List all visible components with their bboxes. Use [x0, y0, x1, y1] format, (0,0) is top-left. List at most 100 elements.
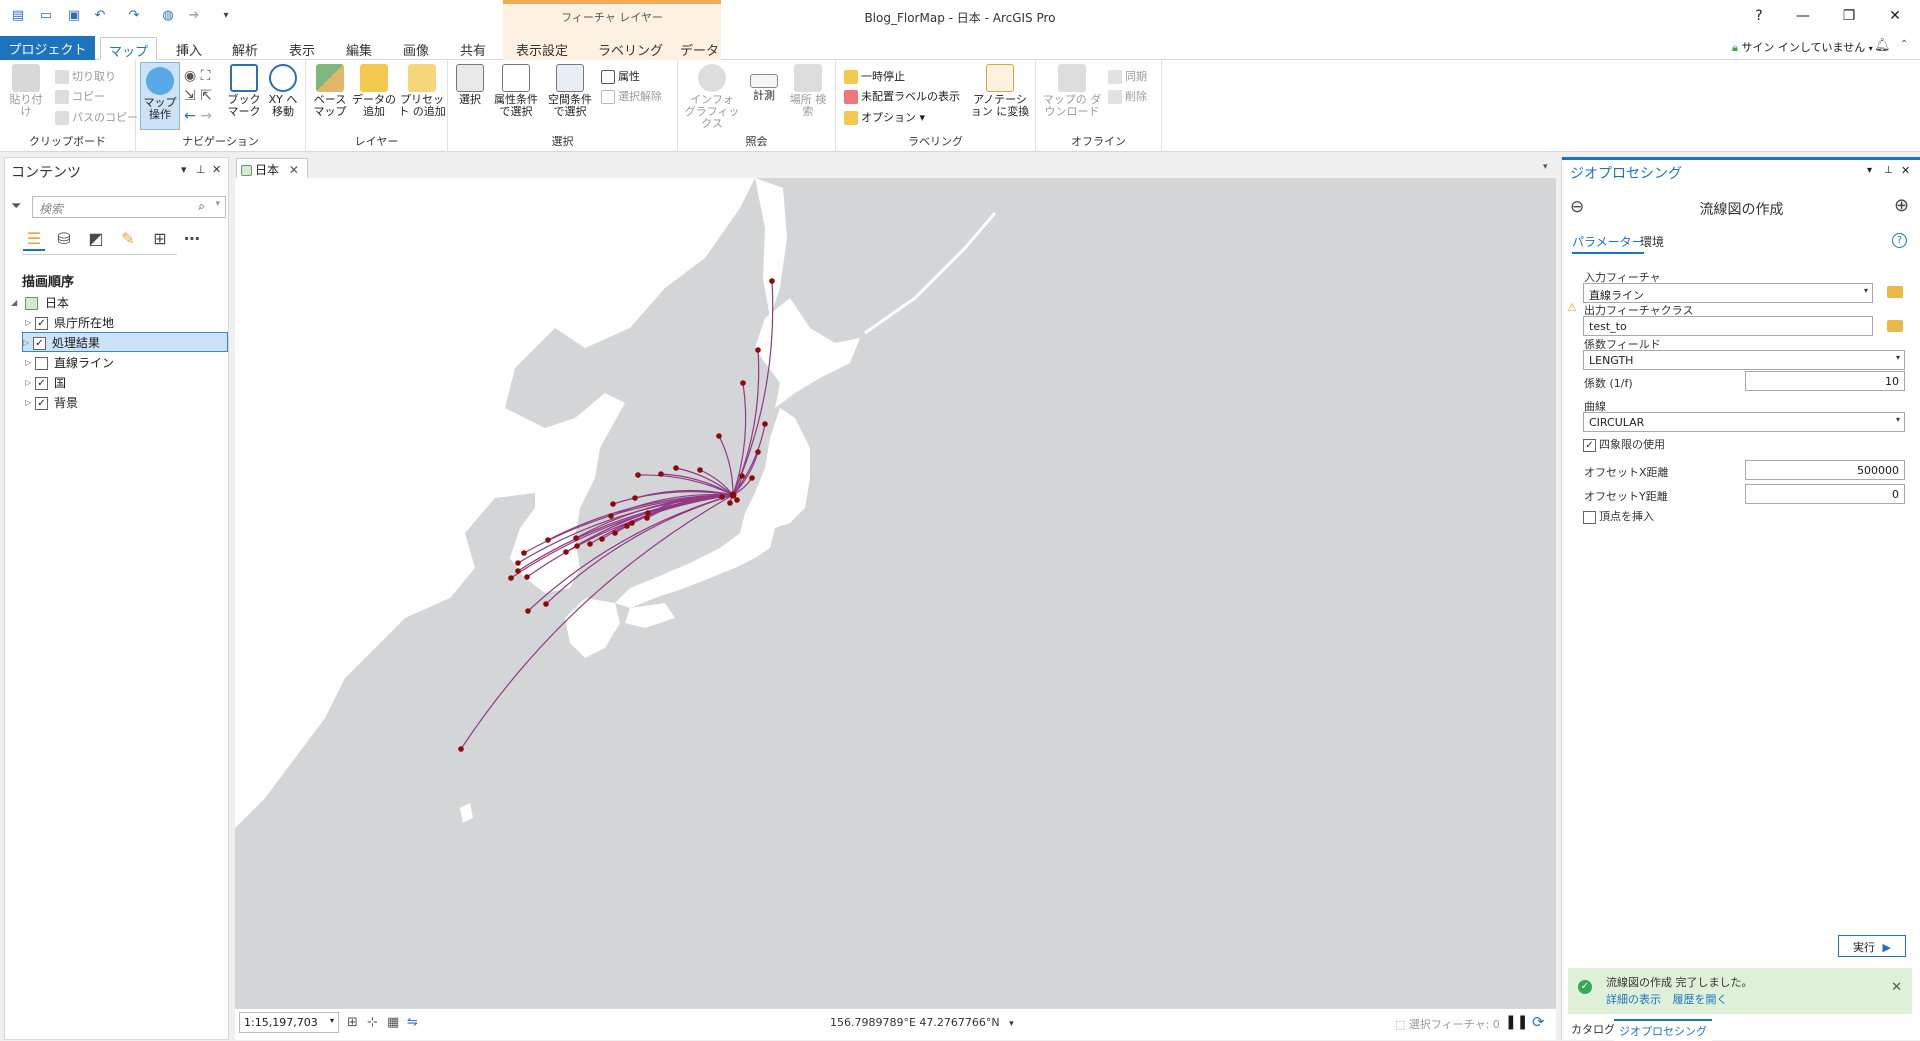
- expand-icon[interactable]: ▷: [25, 373, 31, 393]
- goto-xy-button[interactable]: XY へ移動: [264, 64, 302, 118]
- convert-annotation-button[interactable]: アノテーション に変換: [968, 64, 1032, 118]
- map-tab[interactable]: 日本 ✕: [236, 158, 308, 178]
- more-options-icon[interactable]: ⋯: [181, 229, 203, 251]
- remove-button[interactable]: 削除: [1108, 88, 1147, 104]
- download-map-button[interactable]: マップの ダウンロード: [1040, 64, 1104, 118]
- grid-icon[interactable]: ▦: [387, 1015, 399, 1030]
- open-history-link[interactable]: 履歴を開く: [1673, 993, 1728, 1006]
- output-feature-class-input[interactable]: test_to: [1583, 316, 1873, 336]
- label-options-button[interactable]: オプション ▾: [844, 109, 925, 125]
- pause-labeling-button[interactable]: 一時停止: [844, 68, 905, 84]
- close-pane-icon[interactable]: ✕: [1901, 164, 1910, 177]
- pane-menu-icon[interactable]: ▾: [1867, 165, 1872, 176]
- tab-imagery[interactable]: 画像: [395, 37, 437, 60]
- measure-button[interactable]: 計測: [744, 64, 784, 102]
- list-by-editing-icon[interactable]: ✎: [117, 229, 139, 251]
- layer-visibility-checkbox[interactable]: [35, 357, 48, 370]
- map-canvas[interactable]: [235, 178, 1556, 1008]
- tab-environments[interactable]: 環境: [1640, 233, 1664, 250]
- paste-button[interactable]: 貼り付け: [6, 64, 46, 118]
- layer-visibility-checkbox[interactable]: ✓: [35, 377, 48, 390]
- checkbox-unchecked[interactable]: [1583, 510, 1596, 524]
- list-by-source-icon[interactable]: ⛁: [53, 229, 75, 251]
- attributes-button[interactable]: 属性: [601, 68, 640, 84]
- help-button[interactable]: ?: [1742, 6, 1776, 26]
- signin-status[interactable]: 🔒︎ サイン インしていません ▾: [1732, 39, 1873, 55]
- layer-item[interactable]: ▷ ✓ 国: [25, 373, 225, 393]
- tab-edit[interactable]: 編集: [338, 37, 380, 60]
- coefficient-input[interactable]: 10: [1745, 371, 1905, 391]
- close-icon[interactable]: ✕: [1891, 980, 1902, 995]
- copy-button[interactable]: コピー: [55, 88, 105, 104]
- tab-project[interactable]: プロジェクト: [0, 36, 95, 60]
- pin-icon[interactable]: ⊥: [1884, 165, 1893, 176]
- copy-path-button[interactable]: パスのコピー: [55, 109, 138, 125]
- collapse-ribbon-icon[interactable]: ⌃: [1900, 39, 1908, 50]
- close-button[interactable]: ✕: [1878, 6, 1912, 26]
- restore-button[interactable]: ❐: [1832, 6, 1866, 26]
- unplaced-labels-button[interactable]: 未配置ラベルの表示: [844, 88, 960, 104]
- add-icon[interactable]: ⊕: [1894, 195, 1909, 216]
- select-by-location-button[interactable]: 空間条件 で選択: [544, 64, 596, 118]
- search-dropdown-icon[interactable]: ▾: [215, 199, 220, 209]
- layer-visibility-checkbox[interactable]: ✓: [33, 337, 46, 350]
- insert-vertices-checkbox[interactable]: 頂点を挿入: [1583, 508, 1654, 524]
- expand-icon[interactable]: ▷: [25, 393, 31, 413]
- tab-view[interactable]: 表示: [281, 37, 323, 60]
- layer-item[interactable]: ▷ ✓ 県庁所在地: [25, 313, 225, 333]
- add-preset-button[interactable]: プリセット の追加: [398, 64, 446, 118]
- help-icon[interactable]: ?: [1892, 233, 1907, 248]
- tab-parameters[interactable]: パラメーター: [1572, 233, 1644, 254]
- refresh-icon[interactable]: ⟳: [1532, 1013, 1545, 1031]
- contents-search-input[interactable]: 検索 ⌕ ▾: [32, 196, 226, 218]
- list-by-selection-icon[interactable]: ◩: [85, 229, 107, 251]
- explore-button[interactable]: マップ 操作: [140, 62, 180, 130]
- list-by-snapping-icon[interactable]: ⊞: [149, 229, 171, 251]
- tab-analysis[interactable]: 解析: [224, 37, 266, 60]
- folder-icon[interactable]: [1887, 286, 1903, 298]
- list-by-drawing-order-icon[interactable]: ☰: [23, 229, 45, 251]
- sync-button[interactable]: 同期: [1108, 68, 1147, 84]
- close-pane-icon[interactable]: ✕: [212, 163, 221, 176]
- cut-button[interactable]: 切り取り: [55, 68, 116, 84]
- view-details-link[interactable]: 詳細の表示: [1606, 993, 1661, 1006]
- extent-icon[interactable]: ⊞: [347, 1015, 358, 1030]
- tab-insert[interactable]: 挿入: [168, 37, 210, 60]
- layer-item[interactable]: ▷ 直線ライン: [25, 353, 225, 373]
- expand-icon[interactable]: ▷: [23, 333, 29, 353]
- offset-y-input[interactable]: 0: [1745, 484, 1905, 504]
- bookmarks-button[interactable]: ブック マーク: [226, 64, 262, 118]
- map-node[interactable]: ◢ 日本: [11, 293, 211, 313]
- fixed-zoom-out-icon[interactable]: ⇱: [200, 88, 212, 104]
- tab-appearance[interactable]: 表示設定: [508, 37, 576, 60]
- tab-labeling[interactable]: ラベリング: [590, 37, 671, 60]
- basemap-button[interactable]: ベース マップ: [310, 64, 350, 118]
- zoom-layer-icon[interactable]: ⛶: [201, 68, 211, 84]
- add-data-button[interactable]: データの 追加: [352, 64, 396, 118]
- close-tab-icon[interactable]: ✕: [289, 163, 299, 177]
- bell-icon[interactable]: 🔔︎: [1874, 38, 1891, 53]
- input-features-select[interactable]: 直線ライン ▾: [1583, 283, 1873, 303]
- tab-share[interactable]: 共有: [452, 37, 494, 60]
- previous-extent-icon[interactable]: ←: [184, 108, 196, 124]
- tab-catalog[interactable]: カタログ: [1566, 1019, 1620, 1039]
- view-menu-icon[interactable]: ▾: [1543, 162, 1548, 172]
- select-button[interactable]: 選択: [454, 64, 486, 106]
- collapse-icon[interactable]: ◢: [11, 293, 17, 313]
- tab-map[interactable]: マップ: [100, 37, 158, 60]
- minimize-button[interactable]: —: [1786, 6, 1820, 26]
- pin-icon[interactable]: ⊥: [196, 163, 206, 176]
- tab-geoprocessing[interactable]: ジオプロセシング: [1614, 1019, 1712, 1041]
- locate-button[interactable]: 場所 検索: [788, 64, 828, 118]
- chevron-down-icon[interactable]: ▾: [1009, 1019, 1014, 1029]
- layer-item[interactable]: ▷ ✓ 背景: [25, 393, 225, 413]
- coefficient-field-select[interactable]: LENGTH ▾: [1583, 350, 1905, 370]
- expand-icon[interactable]: ▷: [25, 313, 31, 333]
- fixed-zoom-in-icon[interactable]: ⇲: [184, 88, 196, 104]
- map-svg[interactable]: [235, 178, 1556, 1008]
- filter-icon[interactable]: ⏷: [11, 199, 21, 214]
- expand-icon[interactable]: ▷: [25, 353, 31, 373]
- offset-x-input[interactable]: 500000: [1745, 460, 1905, 480]
- pane-menu-icon[interactable]: ▾: [181, 163, 187, 176]
- layer-item-selected[interactable]: ▷ ✓ 処理結果: [22, 332, 228, 352]
